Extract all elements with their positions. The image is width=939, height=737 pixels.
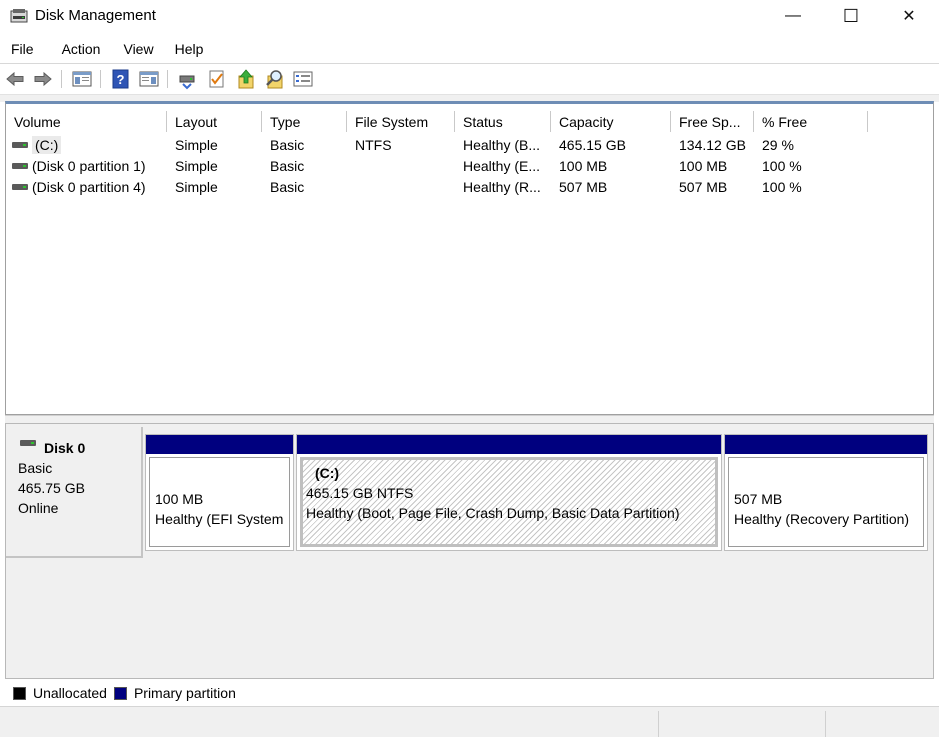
- help-icon[interactable]: ?: [110, 68, 132, 90]
- column-header-type[interactable]: Type: [262, 111, 347, 132]
- toolbar-divider: [61, 70, 62, 88]
- status-pane-divider: [658, 711, 659, 737]
- maximize-button[interactable]: ☐: [822, 0, 880, 32]
- primary-partition-bar: [146, 435, 293, 454]
- partition-status: Healthy (Recovery Partition): [734, 511, 910, 527]
- column-header-status[interactable]: Status: [455, 111, 551, 132]
- partition-efi[interactable]: 100 MB Healthy (EFI System: [145, 434, 294, 551]
- toolbar-divider: [167, 70, 168, 88]
- disk-0-label[interactable]: Disk 0 Basic 465.75 GB Online: [6, 427, 143, 558]
- file-system-cell: NTFS: [355, 137, 392, 153]
- partition-c[interactable]: (C:) 465.15 GB NTFS Healthy (Boot, Page …: [296, 434, 722, 551]
- partition-size: 507 MB: [734, 491, 783, 507]
- pane-splitter[interactable]: [5, 415, 934, 423]
- status-bar: [0, 706, 939, 737]
- partition-body-selected: (C:) 465.15 GB NTFS Healthy (Boot, Page …: [300, 457, 718, 547]
- capacity-cell: 507 MB: [559, 179, 608, 195]
- legend-label-primary: Primary partition: [133, 685, 236, 701]
- disk-management-app-icon: [10, 9, 28, 23]
- type-cell: Basic: [270, 137, 305, 153]
- partition-status: Healthy (EFI System: [155, 511, 284, 527]
- type-cell: Basic: [270, 179, 305, 195]
- free-space-cell: 100 MB: [679, 158, 728, 174]
- table-row[interactable]: (Disk 0 partition 4) Simple Basic Health…: [6, 177, 933, 198]
- check-icon[interactable]: [206, 68, 228, 90]
- menu-help[interactable]: Help: [164, 38, 212, 62]
- disk-type: Basic: [18, 460, 53, 476]
- maximize-icon: ☐: [842, 5, 860, 26]
- percent-free-cell: 100 %: [762, 158, 802, 174]
- volume-name: (C:): [32, 136, 62, 154]
- partition-recovery[interactable]: 507 MB Healthy (Recovery Partition): [724, 434, 928, 551]
- menu-view[interactable]: View: [112, 38, 161, 62]
- column-header-capacity[interactable]: Capacity: [551, 111, 671, 132]
- table-row[interactable]: (Disk 0 partition 1) Simple Basic Health…: [6, 156, 933, 177]
- disk-state: Online: [18, 500, 59, 516]
- toolbar-divider: [100, 70, 101, 88]
- close-icon: ✕: [902, 8, 916, 25]
- legend: Unallocated Primary partition: [13, 684, 243, 702]
- column-header-volume[interactable]: Volume: [6, 111, 167, 132]
- menu-file[interactable]: File: [0, 38, 42, 62]
- legend-swatch-unallocated: [13, 686, 26, 700]
- volume-name: (Disk 0 partition 4): [32, 179, 146, 195]
- disk-name: Disk 0: [44, 440, 86, 456]
- legend-swatch-primary: [113, 686, 127, 700]
- up-arrow-icon[interactable]: [235, 68, 257, 90]
- free-space-cell: 134.12 GB: [679, 137, 746, 153]
- volume-list-header: Volume Layout Type File System Status Ca…: [6, 111, 933, 132]
- connect-drive-icon[interactable]: [177, 68, 199, 90]
- show-hide-console-tree-icon[interactable]: [71, 68, 93, 90]
- status-cell: Healthy (R...: [463, 179, 541, 195]
- partition-size: 465.15 GB NTFS: [306, 485, 414, 501]
- percent-free-cell: 29 %: [762, 137, 794, 153]
- volume-icon: [12, 184, 28, 190]
- status-cell: Healthy (E...: [463, 158, 541, 174]
- show-hide-action-pane-icon[interactable]: [138, 68, 160, 90]
- volume-name: (Disk 0 partition 1): [32, 158, 146, 174]
- disk-icon: [20, 440, 36, 446]
- forward-arrow-icon[interactable]: [32, 68, 54, 90]
- primary-partition-bar: [725, 435, 927, 454]
- legend-label-unallocated: Unallocated: [33, 685, 107, 701]
- minimize-button[interactable]: —: [764, 0, 822, 32]
- status-pane-divider: [825, 711, 826, 737]
- layout-cell: Simple: [175, 137, 218, 153]
- volume-icon: [12, 142, 28, 148]
- column-header-layout[interactable]: Layout: [167, 111, 262, 132]
- back-arrow-icon[interactable]: [4, 68, 26, 90]
- partition-size: 100 MB: [155, 491, 204, 507]
- properties-list-icon[interactable]: [292, 68, 314, 90]
- menu-separator: [0, 63, 939, 64]
- close-button[interactable]: ✕: [880, 0, 938, 32]
- volume-list[interactable]: Volume Layout Type File System Status Ca…: [5, 101, 934, 415]
- title-bar: Disk Management — ☐ ✕: [0, 0, 939, 32]
- partition-status: Healthy (Boot, Page File, Crash Dump, Ba…: [306, 505, 680, 521]
- search-icon[interactable]: [264, 68, 286, 90]
- percent-free-cell: 100 %: [762, 179, 802, 195]
- svg-text:?: ?: [117, 72, 125, 87]
- primary-partition-bar: [297, 435, 721, 454]
- layout-cell: Simple: [175, 179, 218, 195]
- window-title: Disk Management: [35, 7, 156, 24]
- table-row[interactable]: (C:) Simple Basic NTFS Healthy (B... 465…: [6, 135, 933, 156]
- column-header-free-space[interactable]: Free Sp...: [671, 111, 754, 132]
- capacity-cell: 465.15 GB: [559, 137, 626, 153]
- partition-body: 507 MB Healthy (Recovery Partition): [728, 457, 924, 547]
- menu-bar: File Action View Help: [0, 38, 211, 62]
- capacity-cell: 100 MB: [559, 158, 608, 174]
- free-space-cell: 507 MB: [679, 179, 728, 195]
- partition-body: 100 MB Healthy (EFI System: [149, 457, 290, 547]
- column-header-percent-free[interactable]: % Free: [754, 111, 868, 132]
- type-cell: Basic: [270, 158, 305, 174]
- column-header-file-system[interactable]: File System: [347, 111, 455, 132]
- partition-title: (C:): [315, 465, 340, 481]
- toolbar: ?: [0, 66, 939, 94]
- minimize-icon: —: [785, 7, 801, 24]
- status-cell: Healthy (B...: [463, 137, 541, 153]
- disk-size: 465.75 GB: [18, 480, 85, 496]
- volume-icon: [12, 163, 28, 169]
- menu-action[interactable]: Action: [51, 38, 109, 62]
- layout-cell: Simple: [175, 158, 218, 174]
